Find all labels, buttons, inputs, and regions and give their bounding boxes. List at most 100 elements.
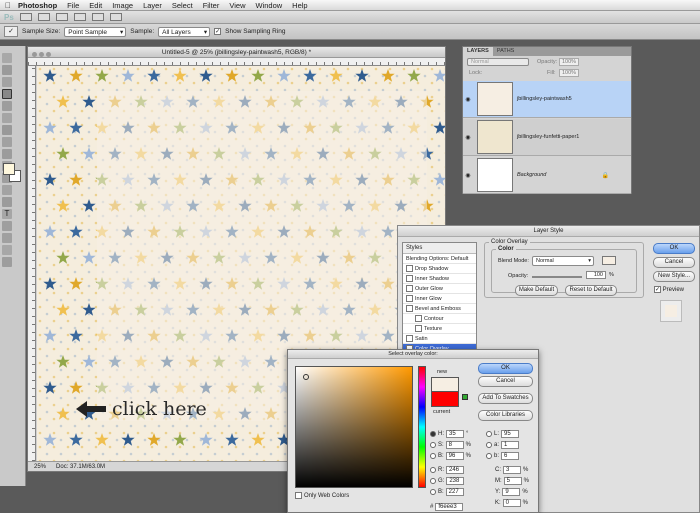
red-input[interactable]: 246 xyxy=(446,466,464,474)
style-item[interactable]: Inner Glow xyxy=(403,294,476,304)
lasso-tool-icon[interactable] xyxy=(2,77,12,87)
hand-tool-icon[interactable] xyxy=(73,13,86,21)
layer-style-ok-button[interactable]: OK xyxy=(653,243,695,254)
saturation-radio[interactable] xyxy=(430,442,436,448)
black-input[interactable]: 0 xyxy=(502,499,521,507)
style-checkbox[interactable] xyxy=(406,295,413,302)
eyedropper-tool-icon[interactable]: ✓ xyxy=(4,26,18,37)
zoom-icon[interactable] xyxy=(46,52,51,57)
hue-input[interactable]: 35 xyxy=(446,430,464,438)
lightness-input[interactable]: 95 xyxy=(501,430,520,438)
style-item[interactable]: Outer Glow xyxy=(403,284,476,294)
path-select-tool-icon[interactable] xyxy=(2,221,12,231)
eye-icon[interactable]: ◉ xyxy=(463,172,473,179)
new-style-button[interactable]: New Style... xyxy=(653,271,695,282)
menu-layer[interactable]: Layer xyxy=(138,0,167,11)
style-item[interactable]: Satin xyxy=(403,334,476,344)
blue-radio[interactable] xyxy=(430,489,436,495)
a-input[interactable]: 1 xyxy=(501,441,520,449)
sample-size-select[interactable]: Point Sample ▾ xyxy=(64,26,127,37)
view-extras-icon[interactable] xyxy=(37,13,50,21)
move-tool-icon[interactable] xyxy=(2,65,12,75)
style-item[interactable]: Texture xyxy=(403,324,476,334)
style-checkbox[interactable] xyxy=(415,325,422,332)
saturation-brightness-field[interactable] xyxy=(295,366,413,488)
show-ring-checkbox[interactable]: ✓ xyxy=(214,28,222,35)
hue-slider[interactable] xyxy=(418,366,426,488)
green-input[interactable]: 238 xyxy=(446,477,465,485)
eye-icon[interactable]: ◉ xyxy=(463,96,473,103)
pen-tool-icon[interactable] xyxy=(2,197,12,207)
reset-default-button[interactable]: Reset to Default xyxy=(565,285,617,296)
dodge-tool-icon[interactable] xyxy=(2,185,12,195)
picker-cancel-button[interactable]: Cancel xyxy=(478,376,533,387)
preview-checkbox[interactable]: ✓ xyxy=(654,286,661,293)
menu-filter[interactable]: Filter xyxy=(198,0,225,11)
style-checkbox[interactable] xyxy=(406,265,413,272)
zoom-level-icon[interactable] xyxy=(55,13,68,21)
style-checkbox[interactable] xyxy=(415,315,422,322)
cyan-input[interactable]: 3 xyxy=(503,466,521,474)
style-item[interactable]: Inner Shadow xyxy=(403,274,476,284)
eyedropper-tool-icon[interactable] xyxy=(2,89,12,99)
style-checkbox[interactable] xyxy=(406,285,413,292)
foreground-color-swatch[interactable] xyxy=(3,163,15,175)
a-radio[interactable] xyxy=(486,442,492,448)
zoom-tool-icon[interactable] xyxy=(2,257,12,267)
marquee-tool-icon[interactable] xyxy=(2,53,12,63)
green-radio[interactable] xyxy=(430,478,436,484)
sample-select[interactable]: All Layers ▾ xyxy=(158,26,211,37)
style-item[interactable]: Contour xyxy=(403,314,476,324)
menu-window[interactable]: Window xyxy=(250,0,287,11)
menu-view[interactable]: View xyxy=(224,0,250,11)
style-checkbox[interactable] xyxy=(406,305,413,312)
opacity-field[interactable]: 100 xyxy=(586,271,606,279)
minimize-icon[interactable] xyxy=(39,52,44,57)
horizontal-ruler[interactable] xyxy=(28,58,445,66)
blue-input[interactable]: 227 xyxy=(445,488,464,496)
add-to-swatches-button[interactable]: Add To Swatches xyxy=(478,393,533,404)
b-input[interactable]: 6 xyxy=(501,452,520,460)
history-brush-tool-icon[interactable] xyxy=(2,137,12,147)
style-checkbox[interactable] xyxy=(406,335,413,342)
hand-tool-icon[interactable] xyxy=(2,245,12,255)
picker-ok-button[interactable]: OK xyxy=(478,363,533,374)
menu-edit[interactable]: Edit xyxy=(84,0,107,11)
layer-fill-value[interactable]: 100% xyxy=(559,69,580,77)
layer-blend-select[interactable]: Normal xyxy=(467,58,529,66)
brightness-input[interactable]: 96 xyxy=(445,452,464,460)
blending-options-item[interactable]: Blending Options: Default xyxy=(403,254,476,264)
only-web-colors-checkbox[interactable] xyxy=(295,492,302,499)
eye-icon[interactable]: ◉ xyxy=(463,134,473,141)
type-tool-icon[interactable]: T xyxy=(2,209,12,219)
tab-layers[interactable]: LAYERS xyxy=(463,47,493,56)
layer-row-background[interactable]: ◉ Background 🔒 xyxy=(463,157,631,194)
layer-style-cancel-button[interactable]: Cancel xyxy=(653,257,695,268)
gamut-warning-icon[interactable] xyxy=(462,394,468,400)
brightness-radio[interactable] xyxy=(430,453,436,459)
overlay-color-swatch[interactable] xyxy=(602,256,616,265)
menu-help[interactable]: Help xyxy=(287,0,312,11)
only-web-colors-toggle[interactable]: Only Web Colors xyxy=(295,492,349,499)
screen-mode-icon[interactable] xyxy=(109,13,122,21)
yellow-input[interactable]: 9 xyxy=(502,488,521,496)
style-item[interactable]: Drop Shadow xyxy=(403,264,476,274)
style-checkbox[interactable] xyxy=(406,275,413,282)
layer-opacity-value[interactable]: 100% xyxy=(559,58,580,66)
opacity-slider[interactable] xyxy=(532,276,582,278)
close-icon[interactable] xyxy=(32,52,37,57)
saturation-input[interactable]: 8 xyxy=(445,441,464,449)
red-radio[interactable] xyxy=(430,467,436,473)
magenta-input[interactable]: 5 xyxy=(503,477,522,485)
menu-app[interactable]: Photoshop xyxy=(13,0,62,11)
blend-mode-select[interactable]: Normal ▾ xyxy=(532,256,594,266)
layer-row-paintwash[interactable]: ◉ jbillingsley-paintwash5 xyxy=(463,81,631,118)
hue-radio[interactable] xyxy=(430,431,436,437)
bridge-icon[interactable] xyxy=(19,13,32,21)
preview-toggle[interactable]: ✓ Preview xyxy=(654,286,684,293)
layer-row-funfetti[interactable]: ◉ jbillingsley-funfetti-paper1 xyxy=(463,119,631,156)
vertical-ruler[interactable] xyxy=(28,66,36,461)
hex-input[interactable]: f6eee3 xyxy=(435,503,464,511)
zoom-level[interactable]: 25% xyxy=(34,464,46,470)
apple-icon[interactable]:  xyxy=(3,1,13,10)
